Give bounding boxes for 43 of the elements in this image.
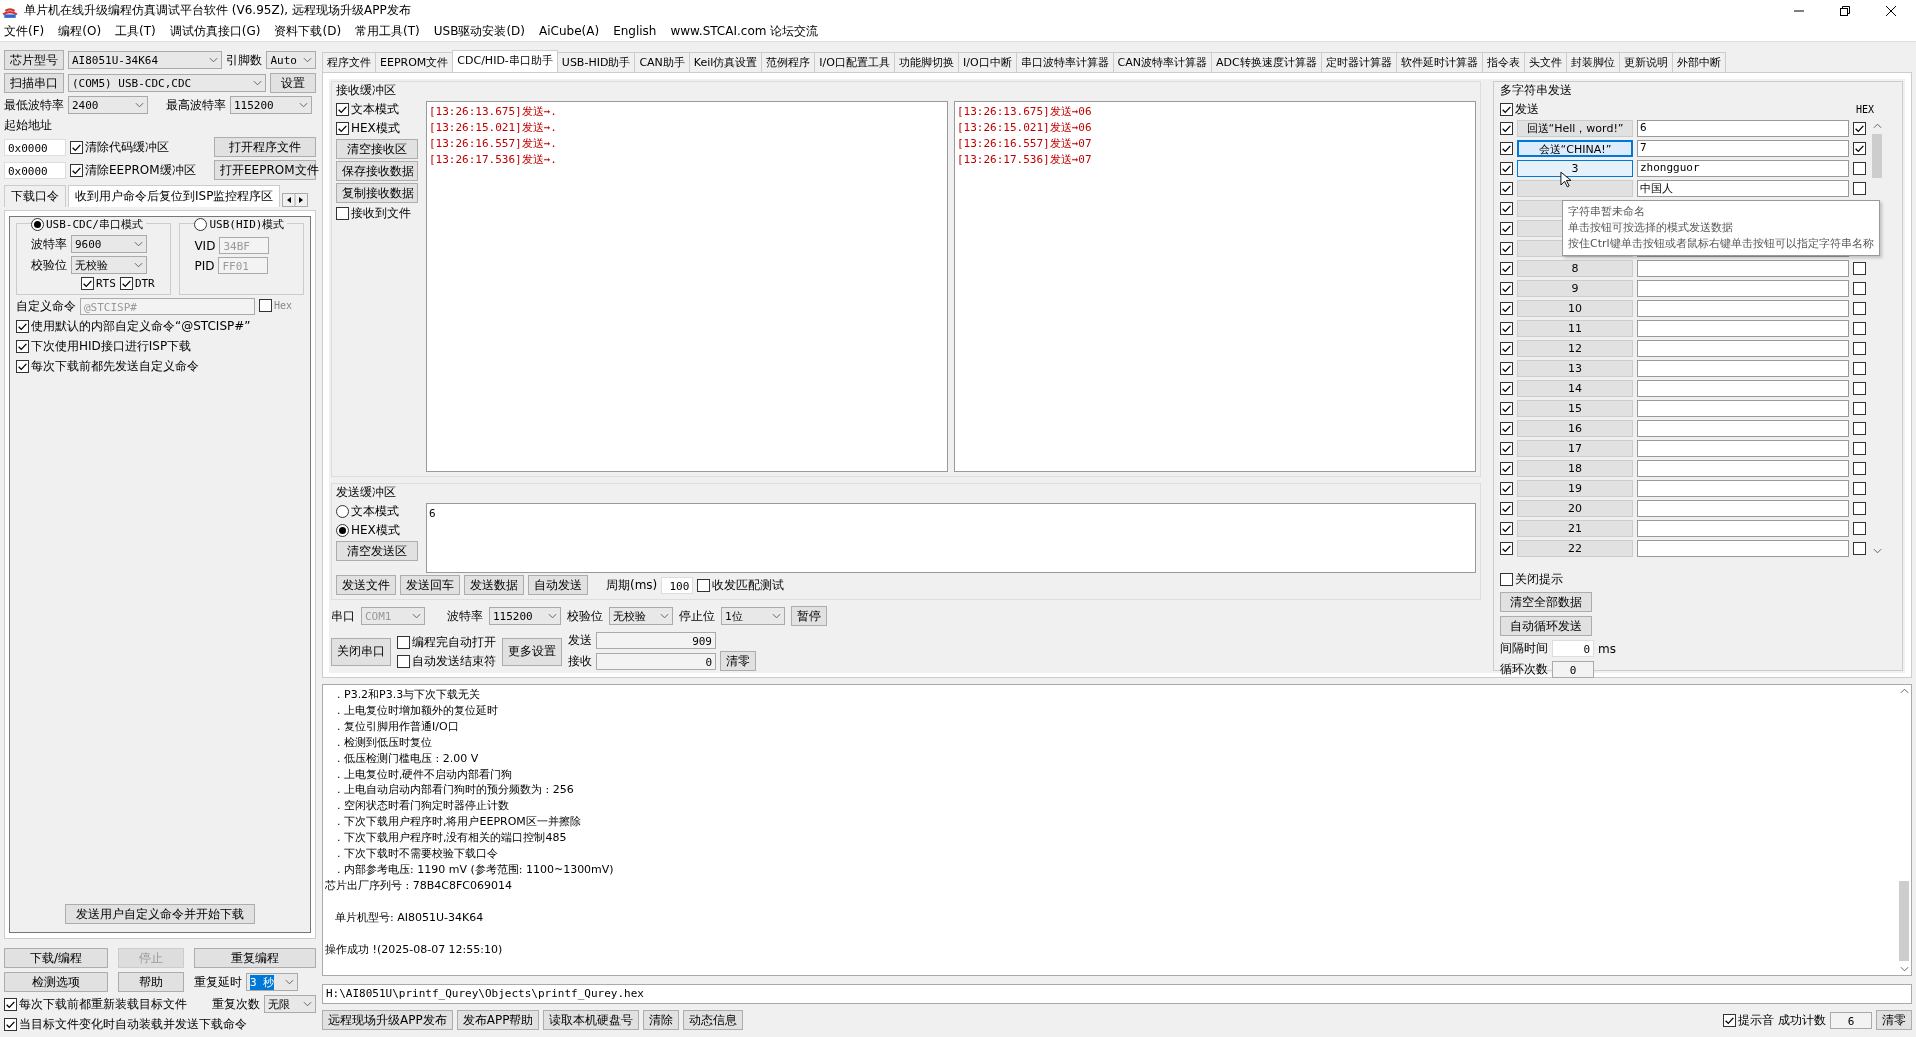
parity-label: 校验位	[31, 256, 67, 274]
pins-label: 引脚数	[226, 51, 263, 69]
log-line: . 检测到低压时复位	[336, 734, 433, 751]
log-line: . P3.2和P3.3与下次下载无关	[336, 687, 482, 703]
log-line: . 内部参考电压: 1190 mV (参考范围: 1100~1300mV)	[336, 861, 615, 878]
log-line: . 下次下载用户程序时,将用户EEPROM区一并擦除	[336, 814, 582, 831]
success-count-label: 成功计数	[1778, 1011, 1826, 1029]
log-line: . 上电复位时增加额外的复位延时	[336, 702, 499, 719]
log-line: . 下次下载时不需要校验下载口令	[336, 846, 499, 862]
min-baud-label: 最低波特率	[4, 96, 64, 114]
repeat-count-label: 重复次数	[212, 995, 260, 1013]
serial-baud-label: 波特率	[447, 607, 483, 625]
log-line: . 下次下载用户程序时,没有相关的端口控制485	[336, 830, 568, 847]
vid-label: VID	[194, 238, 216, 253]
sent-label: 发送	[568, 632, 592, 649]
log-line: . 复位引脚用作普通I/O口	[336, 718, 460, 735]
custom-command-label: 自定义命令	[16, 298, 76, 315]
loop-count-label: 循环次数	[1500, 661, 1548, 678]
pid-label: PID	[194, 258, 215, 273]
log-line: . 空闲状态时看门狗定时器停止计数	[336, 798, 510, 815]
interval-label: 间隔时间	[1500, 640, 1548, 657]
stop-bits-label: 停止位	[679, 607, 715, 625]
start-address-label: 起始地址	[4, 117, 53, 134]
multi-string-title: 多字符串发送	[1500, 82, 1573, 99]
tooltip: 字符串暂未命名 单击按钮可按选择的模式发送数据 按住Ctrl键单击按钮或者鼠标右键单击按钮可以指定字符串名称	[1562, 200, 1880, 256]
window-title: 单片机在线升级编程仿真调试平台软件 (V6.95Z), 远程现场升级APP发布	[24, 2, 412, 19]
log-line: . 低压检测门槛电压 : 2.00 V	[336, 750, 480, 767]
log-line: . 上电自动启动内部看门狗时的预分频数为 : 256	[336, 782, 575, 799]
period-label: 周期(ms)	[606, 576, 658, 594]
log-line: . 上电复位时,硬件不启动内部看门狗	[336, 766, 514, 783]
serial-parity-label: 校验位	[567, 607, 603, 625]
receive-buffer-title: 接收缓冲区	[336, 82, 397, 99]
repeat-delay-label: 重复延时	[194, 973, 242, 991]
log-line: 单片机型号: AI8051U-34K64	[334, 909, 485, 926]
baud-label: 波特率	[31, 235, 67, 253]
received-label: 接收	[568, 652, 592, 670]
interval-unit: ms	[1598, 641, 1616, 656]
log-line: 操作成功 !(2025-08-07 12:55:10)	[325, 941, 504, 958]
max-baud-label: 最高波特率	[166, 96, 226, 114]
hex-column-header: HEX	[1855, 104, 1874, 115]
port-label: 串口	[331, 607, 355, 625]
send-buffer-title: 发送缓冲区	[336, 484, 397, 501]
log-line: 芯片出厂序列号 : 78B4C8FC069014	[325, 877, 513, 894]
